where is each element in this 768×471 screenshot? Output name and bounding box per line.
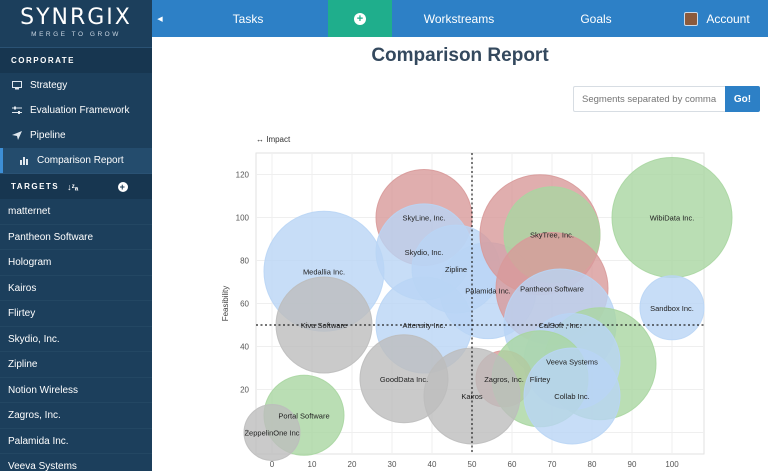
bubble-label: Medallia Inc.: [303, 267, 345, 276]
sidebar-item-label: Strategy: [30, 80, 68, 91]
bubble-label: GoodData Inc.: [380, 375, 428, 384]
bubble-label: WibiData Inc.: [650, 214, 695, 223]
y-tick-label: 100: [236, 214, 250, 223]
x-tick-label: 40: [428, 460, 437, 469]
target-item[interactable]: Hologram: [0, 250, 152, 276]
y-tick-label: 80: [240, 257, 249, 266]
plus-circle-icon: +: [354, 12, 366, 25]
go-button[interactable]: Go!: [725, 86, 760, 112]
monitor-icon: [10, 81, 24, 90]
bar-chart-icon: [17, 156, 31, 165]
targets-header: TARGETS ↓ᶻₐ +: [0, 173, 152, 199]
bubble-label: Sandbox Inc.: [650, 304, 694, 313]
brand-logo[interactable]: SYNRGIX MERGE TO GROW: [0, 0, 152, 47]
sidebar-item-label: Evaluation Framework: [30, 105, 130, 116]
x-tick-label: 30: [388, 460, 397, 469]
bubble-label: Palamida Inc.: [465, 287, 510, 296]
y-tick-label: 120: [236, 171, 250, 180]
target-item[interactable]: Flirtey: [0, 301, 152, 327]
bubble-label: Attensity Inc.: [403, 321, 446, 330]
nav-workstreams[interactable]: Workstreams: [392, 0, 526, 37]
comparison-bubble-chart: ↔ Impact01020304050607080901000204060801…: [221, 135, 733, 469]
x-tick-label: 10: [308, 460, 317, 469]
y-tick-label: 60: [240, 300, 249, 309]
bubble-label: Skydio, Inc.: [405, 248, 444, 257]
bubble-label: Kiva Software: [301, 321, 347, 330]
sidebar-item-label: Comparison Report: [37, 155, 124, 166]
y-axis-label: Feasibility: [221, 286, 230, 322]
legend-impact: ↔ Impact: [256, 135, 291, 144]
avatar: [684, 11, 699, 26]
x-tick-label: 90: [628, 460, 637, 469]
y-tick-label: 40: [240, 343, 249, 352]
bubble-label: CalSoft , Inc.: [539, 321, 582, 330]
bubble-label: Portal Software: [278, 411, 329, 420]
bubble-label: Flirtey: [530, 375, 551, 384]
sidebar-item-evaluation-framework[interactable]: Evaluation Framework: [0, 98, 152, 123]
bubble-label: Zipline: [445, 265, 467, 274]
page-title: Comparison Report: [371, 45, 549, 66]
nav-tasks[interactable]: Tasks: [168, 0, 328, 37]
x-tick-label: 100: [665, 460, 679, 469]
sidebar-item-strategy[interactable]: Strategy: [0, 73, 152, 98]
send-icon: [10, 131, 24, 140]
sidebar: SYNRGIX MERGE TO GROW CORPORATE Strategy…: [0, 0, 152, 471]
sidebar-item-comparison-report[interactable]: Comparison Report: [0, 148, 152, 173]
bubble-label: Kairos: [461, 392, 483, 401]
segments-search-input[interactable]: [573, 86, 725, 112]
sort-icon[interactable]: ↓ᶻₐ: [67, 182, 78, 192]
target-item[interactable]: matternet: [0, 199, 152, 225]
nav-add-button[interactable]: +: [328, 0, 392, 37]
brand-tagline: MERGE TO GROW: [31, 31, 121, 38]
targets-label: TARGETS: [11, 182, 60, 191]
sidebar-item-label: Pipeline: [30, 130, 66, 141]
target-item[interactable]: Kairos: [0, 276, 152, 301]
sidebar-item-pipeline[interactable]: Pipeline: [0, 123, 152, 148]
target-item[interactable]: Palamida Inc.: [0, 429, 152, 454]
target-item[interactable]: Zipline: [0, 352, 152, 378]
bubble-label: Veeva Systems: [546, 358, 598, 367]
x-tick-label: 20: [348, 460, 357, 469]
x-tick-label: 70: [548, 460, 557, 469]
section-header-corporate: CORPORATE: [0, 47, 152, 73]
y-tick-label: 20: [240, 386, 249, 395]
collapse-sidebar-icon[interactable]: ◀: [152, 0, 168, 37]
add-target-icon[interactable]: +: [118, 181, 128, 192]
nav-account[interactable]: Account: [666, 0, 768, 37]
bubble-label: Zagros, Inc.: [484, 375, 524, 384]
nav-goals[interactable]: Goals: [526, 0, 666, 37]
bubble-label: SkyLine, Inc.: [403, 214, 446, 223]
target-item[interactable]: Pantheon Software: [0, 225, 152, 250]
target-item[interactable]: Veeva Systems: [0, 454, 152, 471]
x-tick-label: 80: [588, 460, 597, 469]
bubble-label: ZeppelinOne Inc: [244, 429, 299, 438]
x-tick-label: 60: [508, 460, 517, 469]
bubble-label: Collab Inc.: [554, 392, 589, 401]
x-tick-label: 50: [468, 460, 477, 469]
brand-name: SYNRGIX: [20, 5, 132, 30]
bubble-label: Pantheon Software: [520, 284, 584, 293]
target-item[interactable]: Zagros, Inc.: [0, 403, 152, 429]
sliders-icon: [10, 106, 24, 115]
top-nav: ◀ Tasks + Workstreams Goals Account: [152, 0, 768, 37]
target-item[interactable]: Notion Wireless: [0, 378, 152, 403]
x-tick-label: 0: [270, 460, 275, 469]
bubble-label: SkyTree, Inc.: [530, 231, 574, 240]
target-item[interactable]: Skydio, Inc.: [0, 327, 152, 352]
account-label: Account: [706, 11, 750, 26]
